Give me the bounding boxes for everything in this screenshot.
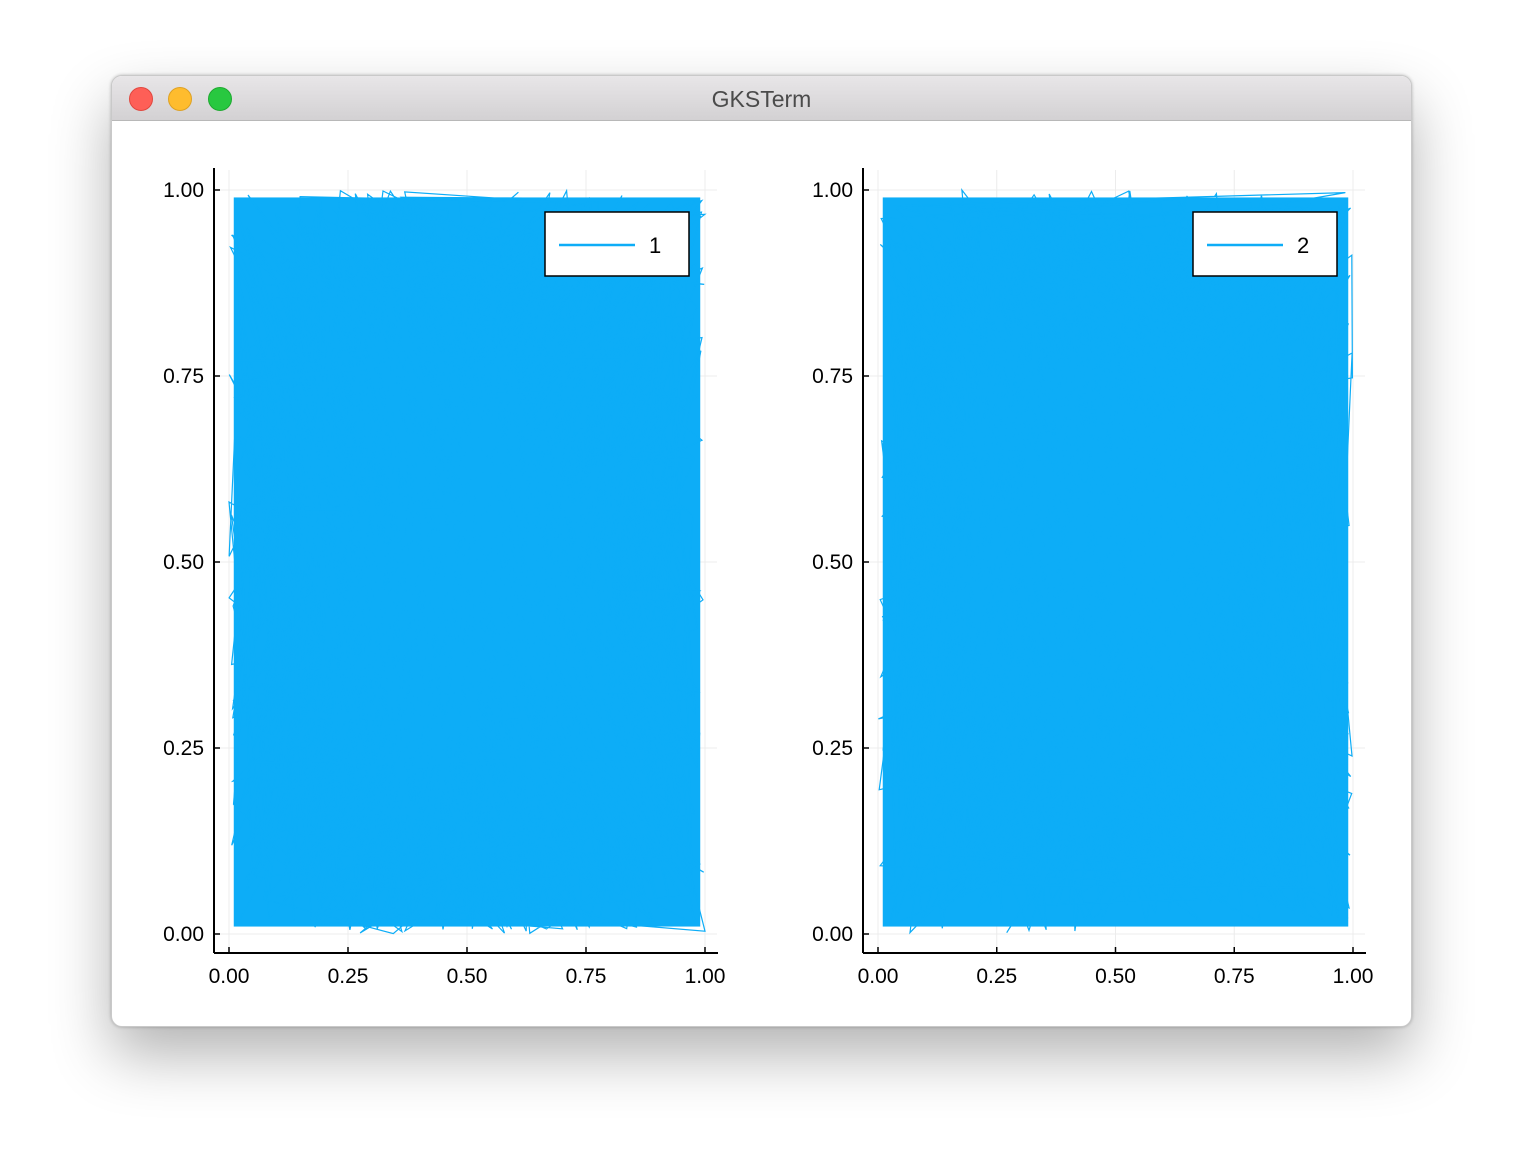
legend-label: 1 <box>649 233 661 258</box>
y-tick-label: 0.75 <box>812 365 853 388</box>
legend: 1 <box>544 211 690 277</box>
y-tick-label: 0.50 <box>163 551 204 574</box>
y-tick-label: 0.00 <box>163 923 204 946</box>
plot-panel-2: 0.00 0.25 0.50 0.75 1.00 0.00 0.25 0.50 0.75 1.00… <box>812 168 1373 988</box>
y-tick-label: 0.75 <box>163 365 204 388</box>
title-bar[interactable]: GKSTerm <box>112 76 1411 121</box>
legend: 2 <box>1192 211 1338 277</box>
plots-svg: 0.00 0.25 0.50 0.75 1.00 0.00 0.25 0.50 0.75 1.00… <box>163 168 1373 988</box>
series-2-line <box>878 187 1354 935</box>
y-tick-label: 0.25 <box>163 737 204 760</box>
plot-canvas: 0.00 0.25 0.50 0.75 1.00 0.00 0.25 0.50 0.75 1.00… <box>112 121 1411 1026</box>
y-tick-label: 0.50 <box>812 551 853 574</box>
x-tick-label: 0.75 <box>566 965 607 988</box>
x-tick-label: 0.50 <box>1095 965 1136 988</box>
x-tick-label: 0.25 <box>976 965 1017 988</box>
x-tick-label: 0.00 <box>209 965 250 988</box>
y-tick-label: 0.00 <box>812 923 853 946</box>
x-tick-label: 0.75 <box>1214 965 1255 988</box>
y-tick-label: 0.25 <box>812 737 853 760</box>
gksterm-window: GKSTerm 0.00 0.25 0.50 0.75 1.00 0.00 0.25 0.50… <box>111 75 1412 1027</box>
legend-label: 2 <box>1297 233 1309 258</box>
x-tick-label: 0.00 <box>858 965 899 988</box>
y-tick-label: 1.00 <box>812 179 853 202</box>
x-tick-label: 1.00 <box>685 965 726 988</box>
x-tick-label: 0.25 <box>328 965 369 988</box>
x-tick-label: 0.50 <box>447 965 488 988</box>
y-tick-label: 1.00 <box>163 179 204 202</box>
window-title: GKSTerm <box>711 86 812 112</box>
x-tick-label: 1.00 <box>1333 965 1374 988</box>
plot-panel-1: 0.00 0.25 0.50 0.75 1.00 0.00 0.25 0.50 0.75 1.00… <box>163 168 725 988</box>
